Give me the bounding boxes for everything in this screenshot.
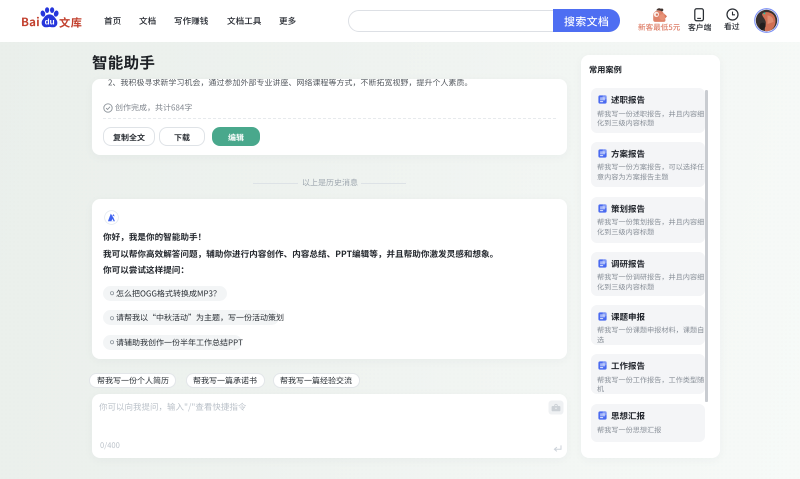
svg-text:du: du: [45, 17, 55, 26]
